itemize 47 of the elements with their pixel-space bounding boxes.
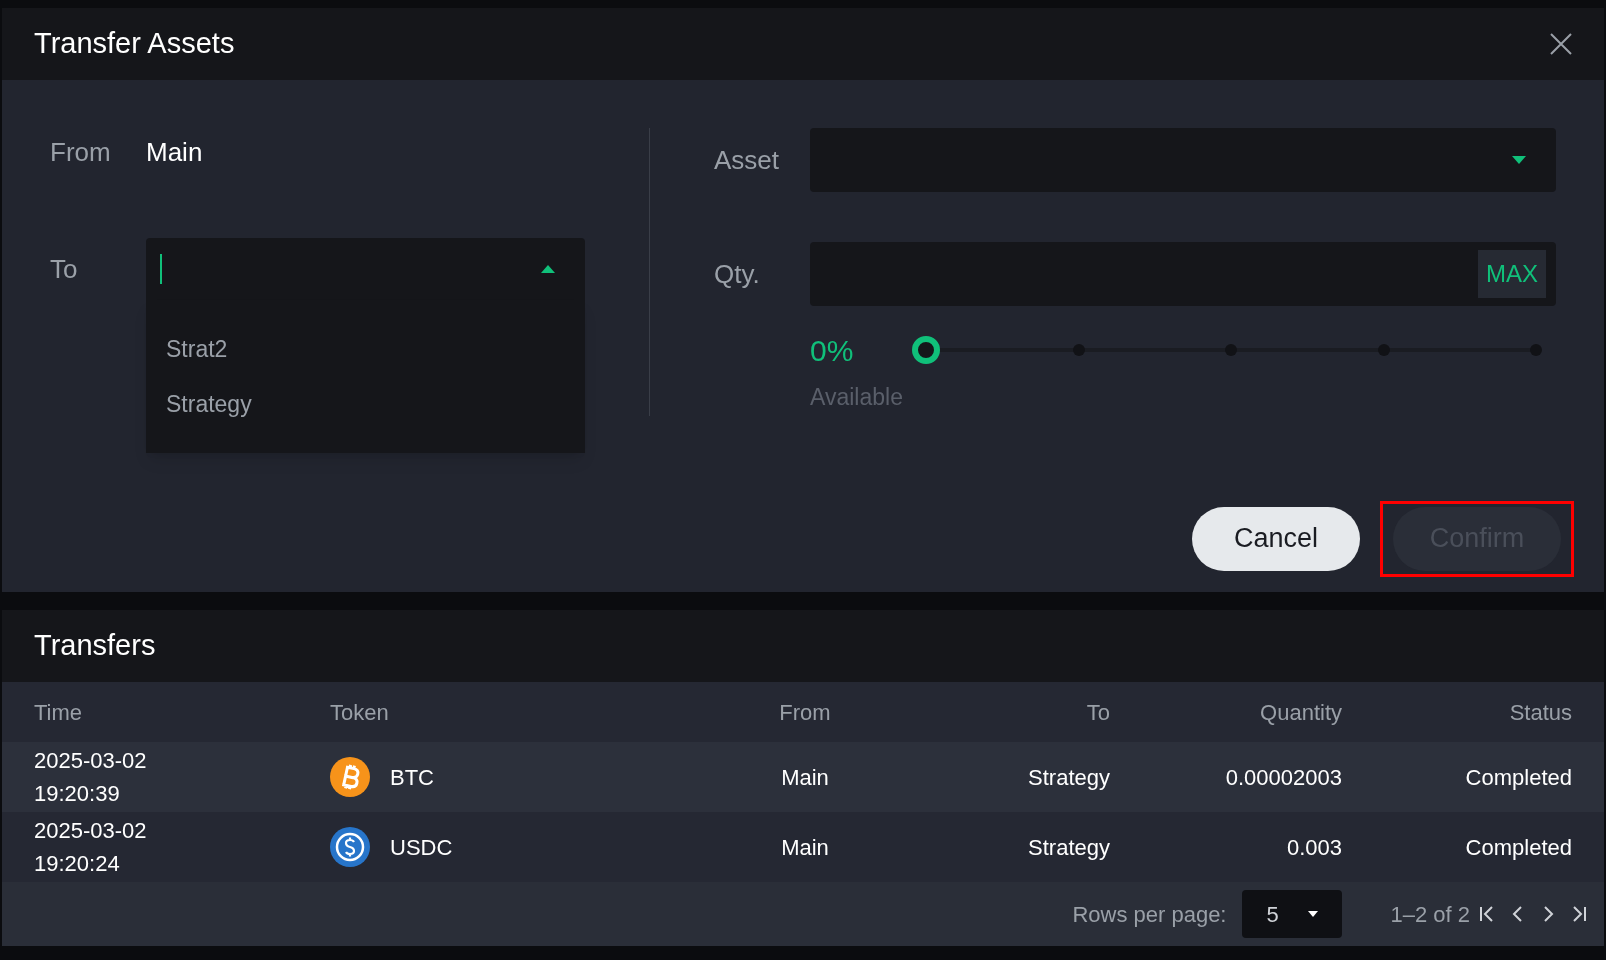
asset-label: Asset	[714, 143, 781, 177]
table-cell-text: 0.003	[1285, 833, 1342, 862]
table-cell-text: 0.00002003	[1224, 763, 1342, 792]
column-header: Quantity	[1259, 698, 1342, 727]
bitcoin-coin-icon	[330, 757, 370, 797]
table-cell-text: Main	[780, 763, 830, 792]
dollar-coin-icon	[330, 827, 370, 867]
table-cell-text: 2025-03-02 19:20:39	[34, 747, 148, 808]
table-cell-text: Main	[780, 833, 830, 862]
rows-per-page-label: Rows per page:	[1072, 900, 1227, 929]
qty-input-field[interactable]: MAX	[810, 242, 1556, 306]
available-label: Available	[810, 383, 904, 412]
percent-reading: 0%	[810, 332, 855, 369]
column-header: From	[778, 698, 832, 727]
asset-select-field[interactable]	[810, 128, 1556, 192]
column-header: Token	[330, 698, 390, 727]
table-cell-text: Strategy	[1027, 763, 1110, 792]
page-range: 1–2 of 2	[1390, 900, 1470, 929]
caret-icon	[541, 265, 555, 273]
caret-icon	[1308, 911, 1319, 917]
caret-icon	[1512, 156, 1526, 164]
section-title: Transfers	[34, 628, 156, 664]
qty-label: Qty.	[714, 257, 761, 291]
from-label: From	[50, 135, 112, 169]
slider-thumb[interactable]	[912, 336, 940, 364]
to-select-field[interactable]	[146, 238, 585, 300]
to-label: To	[50, 252, 79, 286]
last-page-icon[interactable]	[1570, 905, 1588, 923]
table-cell-text: BTC	[390, 763, 434, 792]
max-button[interactable]: MAX	[1478, 250, 1546, 298]
text-cursor	[160, 254, 162, 284]
rows-per-page-select[interactable]: 5	[1242, 890, 1343, 938]
column-header: Status	[1508, 698, 1572, 727]
table-cell-text: Completed	[1464, 763, 1572, 792]
close-icon[interactable]	[1550, 33, 1572, 55]
dropdown-option[interactable]: Strat2	[146, 322, 585, 377]
dropdown-option[interactable]: Strategy	[146, 376, 585, 431]
first-page-icon[interactable]	[1478, 905, 1496, 923]
cancel-button[interactable]: Cancel	[1192, 506, 1360, 571]
table-cell-text: Completed	[1464, 833, 1572, 862]
table-cell-text: USDC	[390, 833, 453, 862]
dialog-title: Transfer Assets	[34, 26, 235, 62]
table-cell-text: Strategy	[1027, 833, 1110, 862]
column-header: Time	[34, 698, 84, 727]
table-cell-text: 2025-03-02 19:20:24	[34, 817, 148, 878]
from-value: Main	[146, 135, 203, 169]
column-header: To	[1085, 698, 1110, 727]
